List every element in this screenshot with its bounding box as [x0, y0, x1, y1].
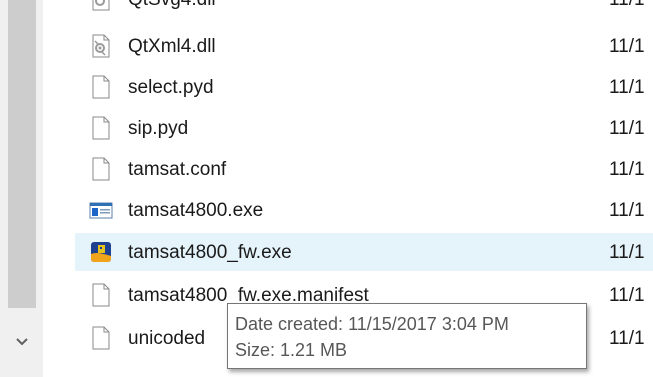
list-item[interactable]: tamsat.conf 11/1	[75, 150, 653, 188]
file-date: 11/1	[609, 159, 645, 180]
file-date: 11/1	[609, 242, 645, 263]
list-item[interactable]: sip.pyd 11/1	[75, 109, 653, 147]
generic-file-icon	[92, 283, 110, 307]
file-date: 11/1	[609, 77, 645, 98]
list-item-selected[interactable]: tamsat4800_fw.exe 11/1	[75, 233, 653, 271]
file-date: 11/1	[609, 36, 645, 57]
dll-file-icon	[92, 0, 110, 11]
file-date: 11/1	[609, 328, 645, 349]
scroll-down-button[interactable]	[8, 322, 36, 362]
file-date: 11/1	[609, 118, 645, 139]
file-name: unicoded	[128, 328, 206, 349]
generic-file-icon	[92, 116, 110, 140]
file-name: tamsat4800_fw.exe	[128, 242, 292, 263]
generic-file-icon	[92, 326, 110, 350]
exe-app-icon	[91, 242, 111, 262]
file-name: sip.pyd	[128, 118, 189, 139]
file-name: select.pyd	[128, 77, 214, 98]
generic-file-icon	[92, 75, 110, 99]
tooltip-size: Size: 1.21 MB	[235, 340, 348, 360]
file-name: tamsat4800.exe	[128, 200, 264, 221]
file-name: tamsat.conf	[128, 159, 227, 180]
tooltip-date-created: Date created: 11/15/2017 3:04 PM	[235, 314, 509, 334]
file-name: QtSvg4.dll	[128, 0, 216, 11]
list-item[interactable]: select.pyd 11/1	[75, 68, 653, 106]
file-date: 11/1	[609, 0, 645, 11]
chevron-down-icon	[16, 338, 28, 346]
generic-file-icon	[92, 157, 110, 181]
file-date: 11/1	[609, 285, 645, 306]
dll-file-icon	[92, 34, 110, 58]
vertical-scrollbar[interactable]	[0, 0, 43, 377]
list-item[interactable]: QtXml4.dll 11/1	[75, 27, 653, 65]
list-item[interactable]: tamsat4800.exe 11/1	[75, 191, 653, 229]
list-item[interactable]: QtSvg4.dll 11/1	[75, 0, 653, 18]
file-date: 11/1	[609, 200, 645, 221]
file-info-tooltip: Date created: 11/15/2017 3:04 PM Size: 1…	[227, 303, 587, 369]
exe-window-icon	[89, 202, 113, 219]
scrollbar-thumb[interactable]	[8, 0, 36, 308]
file-name: QtXml4.dll	[128, 36, 216, 57]
